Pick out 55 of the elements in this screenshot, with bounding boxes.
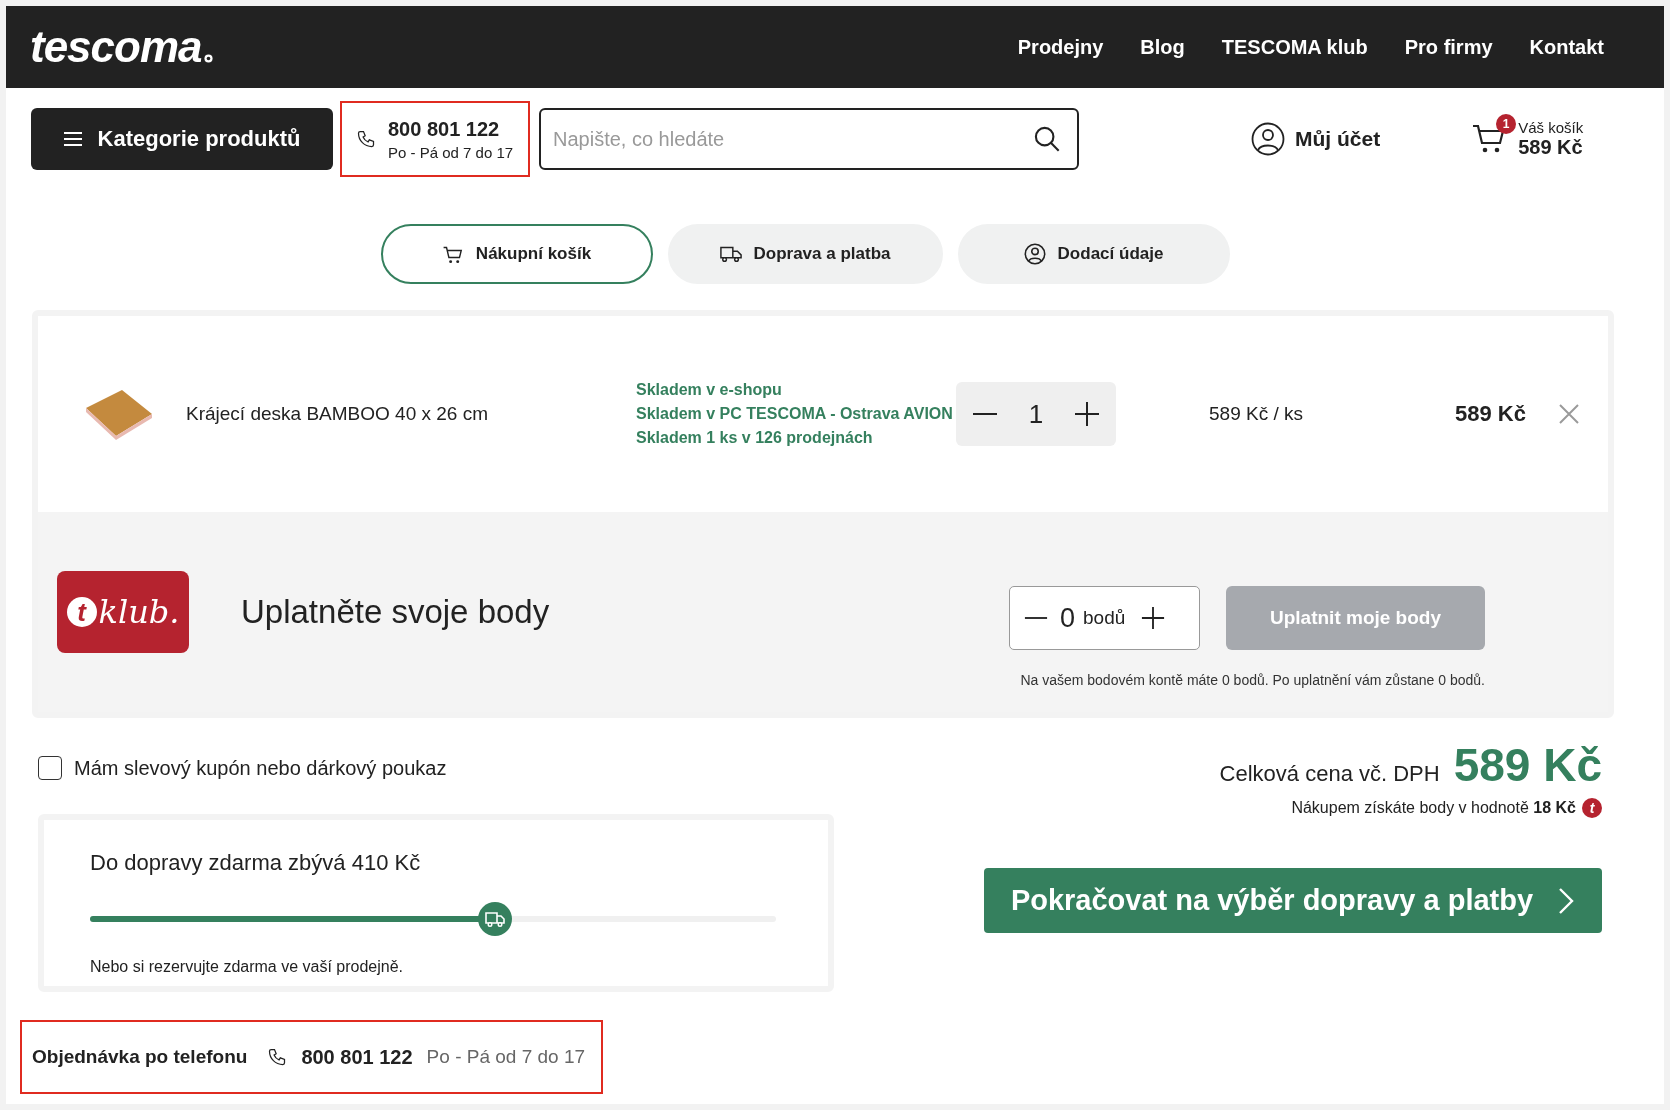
close-icon[interactable] — [1558, 403, 1580, 425]
phone-number[interactable]: 800 801 122 — [301, 1045, 413, 1069]
club-logo-text: klub. — [98, 593, 180, 631]
plus-icon[interactable] — [1074, 401, 1100, 427]
product-name[interactable]: Krájecí deska BAMBOO 40 x 26 cm — [186, 403, 636, 425]
checkout-step-tab[interactable]: Dodací údaje — [957, 224, 1230, 284]
cart-total: 589 Kč — [1518, 136, 1584, 159]
phone-icon — [267, 1047, 288, 1067]
nav-link[interactable]: Pro firmy — [1404, 35, 1493, 59]
user-icon — [1023, 243, 1046, 265]
free-shipping-title: Do dopravy zdarma zbývá 410 Kč — [90, 850, 422, 876]
stock-status: Skladem 1 ks v 126 prodejnách — [636, 428, 874, 448]
club-logo-letter: t — [66, 597, 97, 627]
unit-price: 589 Kč / ks — [1208, 403, 1304, 425]
shipping-note: Nebo si rezervujte zdarma ve vaší prodejně. — [90, 958, 405, 976]
logo[interactable]: tescoma — [30, 22, 202, 72]
club-letter-badge: t — [1582, 798, 1602, 818]
phone-icon — [356, 129, 376, 149]
nav-link[interactable]: TESCOMA klub — [1221, 35, 1368, 59]
club-title: Uplatněte svoje body — [241, 593, 551, 631]
total-label: Celková cena vč. DPH — [1219, 761, 1440, 787]
stock-status: Skladem v e-shopu — [636, 380, 783, 400]
points-value[interactable]: 0 — [1060, 602, 1076, 634]
quantity-value[interactable]: 1 — [1028, 398, 1044, 430]
continue-button[interactable]: Pokračovat na výběr dopravy a platby — [984, 868, 1602, 933]
checkout-step-tab[interactable]: Doprava a platba — [667, 224, 943, 284]
points-unit: bodů — [1083, 607, 1126, 629]
nav-link[interactable]: Kontakt — [1529, 35, 1604, 59]
opening-hours: Po - Pá od 7 do 17 — [426, 1046, 586, 1068]
user-icon — [1251, 122, 1285, 156]
phone-order-label: Objednávka po telefonu — [32, 1046, 248, 1068]
chevron-right-icon — [1557, 885, 1576, 916]
item-total: 589 Kč — [1454, 401, 1526, 427]
truck-icon — [476, 901, 513, 937]
checkbox[interactable] — [38, 756, 62, 780]
search-field[interactable]: Napište, co hledáte — [539, 108, 1079, 170]
cart-icon — [441, 244, 464, 264]
earned-points-text: Nákupem získáte body v hodnotě 18 Kč — [1291, 799, 1576, 817]
cart-label: Váš košík — [1518, 119, 1584, 136]
phone-number[interactable]: 800 801 122 — [388, 117, 514, 141]
nav-link[interactable]: Prodejny — [1017, 35, 1104, 59]
checkout-step-tab[interactable]: Nákupní košík — [380, 224, 653, 284]
truck-icon — [719, 244, 742, 264]
categories-button[interactable]: Kategorie produktů — [31, 108, 333, 170]
total-price: 589 Kč — [1453, 738, 1602, 792]
cart-count-badge: 1 — [1496, 114, 1517, 134]
points-note: Na vašem bodovém kontě máte 0 bodů. Po uplatnění vám zůstane 0 bodů. — [1020, 672, 1485, 688]
coupon-label[interactable]: Mám slevový kupón nebo dárkový poukaz — [74, 756, 447, 780]
opening-hours: Po - Pá od 7 do 17 — [388, 143, 514, 161]
menu-icon — [63, 132, 82, 146]
account-link[interactable]: Můj účet — [1251, 122, 1381, 156]
stock-status: Skladem v PC TESCOMA - Ostrava AVION — [636, 404, 954, 424]
plus-icon[interactable] — [1141, 606, 1166, 630]
search-icon[interactable] — [1033, 125, 1061, 153]
nav-link[interactable]: Blog — [1140, 35, 1185, 59]
